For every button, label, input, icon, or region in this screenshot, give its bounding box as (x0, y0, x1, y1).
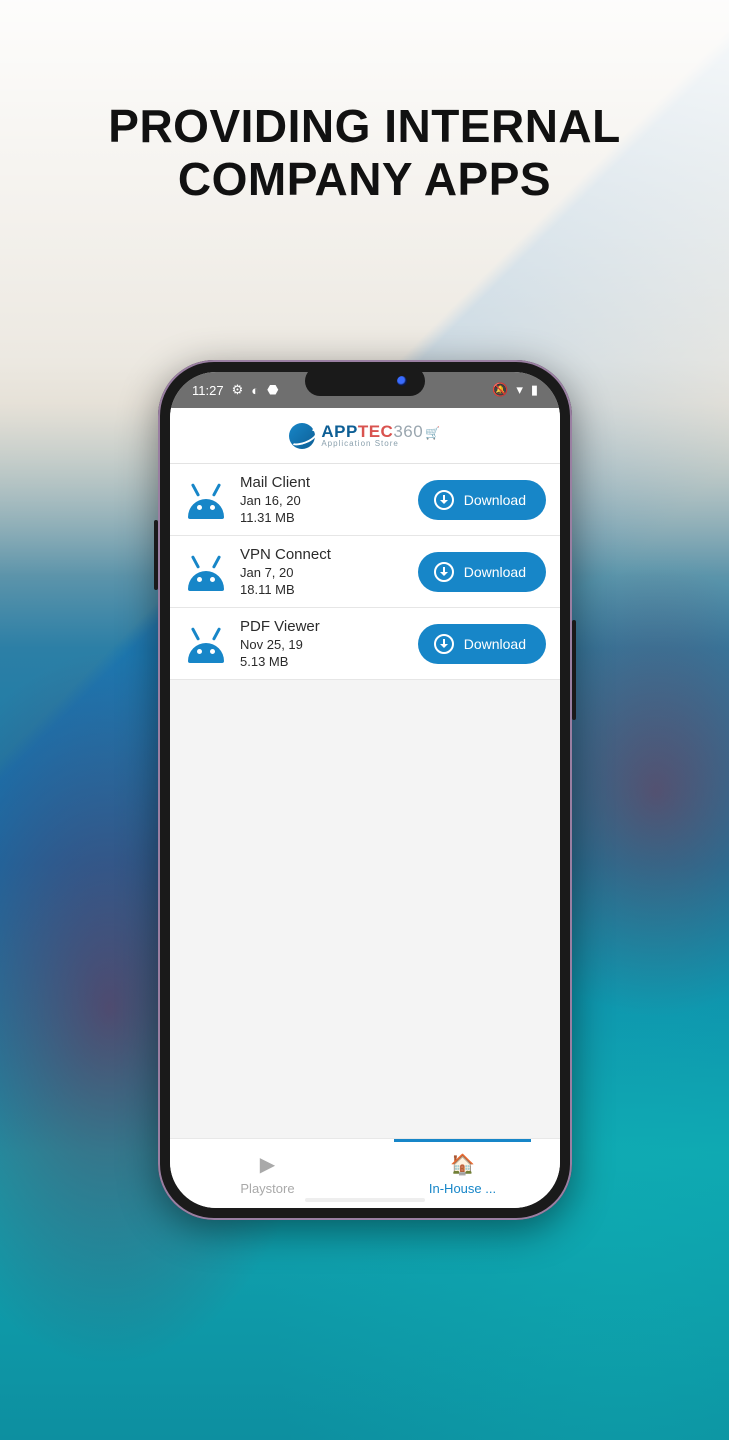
android-icon (184, 481, 228, 519)
promo-headline: PROVIDING INTERNAL COMPANY APPS (0, 100, 729, 206)
play-icon: ▶ (260, 1152, 275, 1177)
headline-line-2: COMPANY APPS (0, 153, 729, 206)
circle-icon: ◐ (251, 383, 259, 398)
app-date: Jan 7, 20 (240, 565, 406, 580)
app-date: Jan 16, 20 (240, 493, 406, 508)
download-icon (434, 490, 454, 510)
list-item: VPN Connect Jan 7, 20 18.11 MB Download (170, 536, 560, 608)
app-size: 18.11 MB (240, 582, 406, 597)
list-item: Mail Client Jan 16, 20 11.31 MB Download (170, 464, 560, 536)
app-name: PDF Viewer (240, 618, 406, 635)
building-icon: 🏠 (450, 1152, 475, 1177)
dnd-icon: 🔕 (492, 382, 508, 398)
android-icon (184, 553, 228, 591)
status-time: 11:27 (192, 383, 224, 398)
tab-label: Playstore (240, 1181, 294, 1196)
app-name: Mail Client (240, 474, 406, 491)
app-size: 5.13 MB (240, 654, 406, 669)
phone-notch (305, 366, 425, 396)
app-list[interactable]: Mail Client Jan 16, 20 11.31 MB Download… (170, 464, 560, 1138)
cart-icon: 🛒 (425, 426, 440, 440)
wifi-icon: ▾ (516, 382, 523, 398)
globe-icon (289, 423, 315, 449)
gear-icon: ⚙ (232, 382, 244, 398)
battery-icon: ▮ (531, 382, 538, 398)
download-button[interactable]: Download (418, 552, 546, 592)
home-indicator (305, 1198, 425, 1202)
tab-label: In-House ... (429, 1181, 496, 1196)
download-button[interactable]: Download (418, 624, 546, 664)
download-icon (434, 634, 454, 654)
list-item: PDF Viewer Nov 25, 19 5.13 MB Download (170, 608, 560, 680)
app-size: 11.31 MB (240, 510, 406, 525)
phone-frame: 11:27 ⚙ ◐ ⬣ 🔕 ▾ ▮ APPTEC360🛒 Application… (158, 360, 572, 1220)
brand-name: APPTEC360🛒 (321, 423, 440, 440)
android-icon (184, 625, 228, 663)
download-label: Download (464, 636, 526, 652)
download-icon (434, 562, 454, 582)
download-label: Download (464, 492, 526, 508)
headline-line-1: PROVIDING INTERNAL (0, 100, 729, 153)
brand-logo: APPTEC360🛒 Application Store (289, 423, 440, 449)
shield-icon: ⬣ (267, 382, 278, 398)
phone-screen: 11:27 ⚙ ◐ ⬣ 🔕 ▾ ▮ APPTEC360🛒 Application… (170, 372, 560, 1208)
download-label: Download (464, 564, 526, 580)
download-button[interactable]: Download (418, 480, 546, 520)
app-header: APPTEC360🛒 Application Store (170, 408, 560, 464)
app-name: VPN Connect (240, 546, 406, 563)
app-date: Nov 25, 19 (240, 637, 406, 652)
